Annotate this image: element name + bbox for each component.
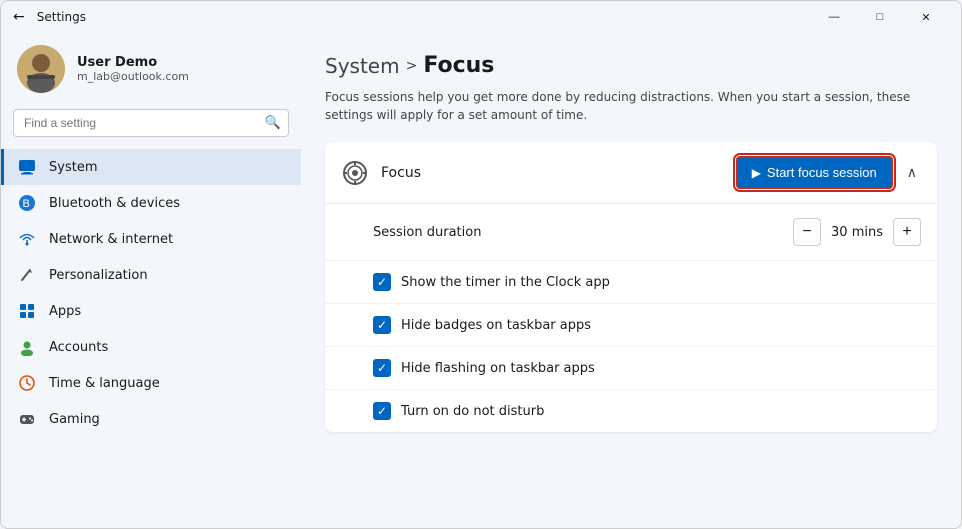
- title-bar: ← Settings — □ ✕: [1, 1, 961, 33]
- panel-header-left: Focus: [341, 159, 421, 187]
- personalization-icon: [17, 265, 37, 285]
- sidebar: User Demo m_lab@outlook.com 🔍 System: [1, 33, 301, 528]
- sidebar-item-label-accounts: Accounts: [49, 340, 108, 355]
- start-focus-label: Start focus session: [767, 165, 877, 180]
- sidebar-item-label-bluetooth: Bluetooth & devices: [49, 196, 180, 211]
- duration-unit: mins: [852, 225, 883, 240]
- panel-header: Focus ▶ Start focus session ∧: [325, 142, 937, 204]
- sidebar-item-label-gaming: Gaming: [49, 412, 100, 427]
- sidebar-item-personalization[interactable]: Personalization: [1, 257, 301, 293]
- sidebar-item-system[interactable]: System: [1, 149, 301, 185]
- checkbox-label-badges: Hide badges on taskbar apps: [401, 318, 591, 333]
- sidebar-item-bluetooth[interactable]: B Bluetooth & devices: [1, 185, 301, 221]
- sidebar-item-accounts[interactable]: Accounts: [1, 329, 301, 365]
- sidebar-item-label-time: Time & language: [49, 376, 160, 391]
- checkbox-label-flashing: Hide flashing on taskbar apps: [401, 361, 595, 376]
- back-arrow-icon[interactable]: ←: [13, 9, 25, 25]
- duration-decrease-button[interactable]: −: [793, 218, 821, 246]
- content-area: User Demo m_lab@outlook.com 🔍 System: [1, 33, 961, 528]
- window-controls: — □ ✕: [811, 1, 949, 33]
- sidebar-item-apps[interactable]: Apps: [1, 293, 301, 329]
- network-icon: [17, 229, 37, 249]
- sidebar-item-network[interactable]: Network & internet: [1, 221, 301, 257]
- search-input[interactable]: [13, 109, 289, 137]
- apps-icon: [17, 301, 37, 321]
- breadcrumb-parent: System: [325, 54, 400, 78]
- breadcrumb: System > Focus: [325, 53, 937, 78]
- svg-text:B: B: [23, 198, 30, 210]
- maximize-button[interactable]: □: [857, 1, 903, 33]
- breadcrumb-current: Focus: [423, 53, 494, 78]
- user-email: m_lab@outlook.com: [77, 70, 189, 83]
- checkmark-badges: ✓: [377, 318, 387, 332]
- panel-title: Focus: [381, 165, 421, 181]
- title-bar-left: ← Settings: [13, 9, 86, 25]
- sidebar-item-label-apps: Apps: [49, 304, 81, 319]
- start-focus-button[interactable]: ▶ Start focus session: [736, 156, 893, 189]
- close-button[interactable]: ✕: [903, 1, 949, 33]
- gaming-icon: [17, 409, 37, 429]
- checkbox-label-dnd: Turn on do not disturb: [401, 404, 544, 419]
- checkmark-clock: ✓: [377, 275, 387, 289]
- checkbox-row-dnd: ✓ Turn on do not disturb: [325, 390, 937, 432]
- user-name: User Demo: [77, 55, 189, 70]
- checkbox-flashing[interactable]: ✓: [373, 359, 391, 377]
- search-icon: 🔍: [265, 116, 281, 131]
- sidebar-item-gaming[interactable]: Gaming: [1, 401, 301, 437]
- checkmark-flashing: ✓: [377, 361, 387, 375]
- sidebar-item-label-system: System: [49, 160, 97, 175]
- session-duration-label: Session duration: [373, 225, 481, 240]
- sidebar-item-time[interactable]: Time & language: [1, 365, 301, 401]
- sidebar-item-label-personalization: Personalization: [49, 268, 148, 283]
- session-duration-row: Session duration − 30 mins +: [325, 204, 937, 261]
- checkbox-row-clock: ✓ Show the timer in the Clock app: [325, 261, 937, 304]
- avatar: [17, 45, 65, 93]
- checkbox-row-badges: ✓ Hide badges on taskbar apps: [325, 304, 937, 347]
- settings-window: ← Settings — □ ✕ User Demo: [0, 0, 962, 529]
- checkbox-dnd[interactable]: ✓: [373, 402, 391, 420]
- focus-icon: [341, 159, 369, 187]
- window-title: Settings: [37, 10, 86, 24]
- page-description: Focus sessions help you get more done by…: [325, 88, 925, 124]
- checkbox-label-clock: Show the timer in the Clock app: [401, 275, 610, 290]
- checkbox-badges[interactable]: ✓: [373, 316, 391, 334]
- sidebar-item-label-network: Network & internet: [49, 232, 173, 247]
- duration-increase-button[interactable]: +: [893, 218, 921, 246]
- checkbox-row-flashing: ✓ Hide flashing on taskbar apps: [325, 347, 937, 390]
- system-icon: [17, 157, 37, 177]
- main-content: System > Focus Focus sessions help you g…: [301, 33, 961, 528]
- duration-value: 30 mins: [831, 225, 883, 240]
- accounts-icon: [17, 337, 37, 357]
- bluetooth-icon: B: [17, 193, 37, 213]
- play-icon: ▶: [752, 166, 761, 180]
- minimize-button[interactable]: —: [811, 1, 857, 33]
- panel-header-right: ▶ Start focus session ∧: [736, 156, 921, 189]
- collapse-button[interactable]: ∧: [903, 160, 921, 185]
- duration-number: 30: [831, 225, 848, 240]
- search-box: 🔍: [13, 109, 289, 137]
- breadcrumb-separator: >: [406, 58, 418, 74]
- checkmark-dnd: ✓: [377, 404, 387, 418]
- time-icon: [17, 373, 37, 393]
- settings-panel: Focus ▶ Start focus session ∧ Session du…: [325, 142, 937, 432]
- user-profile: User Demo m_lab@outlook.com: [1, 33, 301, 109]
- duration-control: − 30 mins +: [793, 218, 921, 246]
- checkbox-clock[interactable]: ✓: [373, 273, 391, 291]
- user-info: User Demo m_lab@outlook.com: [77, 55, 189, 83]
